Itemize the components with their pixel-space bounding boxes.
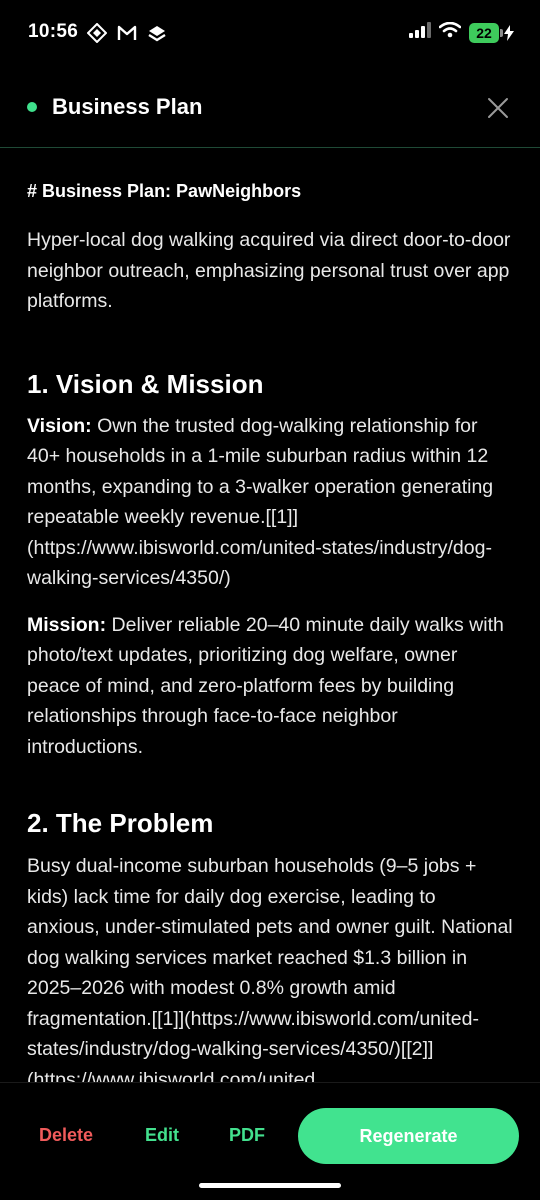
document-heading: # Business Plan: PawNeighbors bbox=[27, 181, 302, 201]
vision-text: Own the trusted dog-walking relationship… bbox=[27, 414, 494, 590]
close-button[interactable] bbox=[486, 96, 510, 120]
vision-label: Vision: bbox=[27, 414, 92, 437]
battery-charging-icon: 22 bbox=[469, 22, 514, 43]
delete-button[interactable]: Delete bbox=[39, 1125, 93, 1146]
page-title: Business Plan bbox=[52, 94, 203, 119]
close-icon bbox=[488, 98, 508, 118]
system-status-icons: 22 bbox=[409, 21, 514, 43]
status-dot bbox=[27, 102, 37, 112]
status-time: 10:56 bbox=[28, 21, 79, 42]
gmail-icon bbox=[116, 22, 138, 44]
modal-header: Business Plan bbox=[0, 80, 540, 148]
wifi-icon bbox=[438, 21, 462, 43]
cellular-signal-icon bbox=[409, 22, 431, 43]
mission-paragraph: Mission: Deliver reliable 20–40 minute d… bbox=[27, 610, 513, 763]
problem-paragraph: Busy dual-income suburban households (9–… bbox=[27, 855, 513, 1082]
regenerate-button[interactable]: Regenerate bbox=[298, 1108, 519, 1164]
intro-paragraph: Hyper-local dog walking acquired via dir… bbox=[27, 229, 511, 312]
pdf-button[interactable]: PDF bbox=[229, 1125, 265, 1146]
app-diamond-icon bbox=[86, 22, 108, 44]
stack-app-icon bbox=[146, 22, 168, 44]
mission-label: Mission: bbox=[27, 613, 107, 636]
home-indicator[interactable] bbox=[199, 1183, 341, 1188]
section-heading-vision-mission: 1. Vision & Mission bbox=[27, 368, 264, 399]
document-content[interactable]: # Business Plan: PawNeighbors Hyper-loca… bbox=[0, 148, 540, 1082]
vision-paragraph: Vision: Own the trusted dog-walking rela… bbox=[27, 411, 513, 594]
notification-icons bbox=[86, 22, 168, 44]
battery-level: 22 bbox=[469, 22, 499, 43]
status-bar: 10:56 22 bbox=[0, 0, 540, 66]
edit-button[interactable]: Edit bbox=[145, 1125, 179, 1146]
section-heading-problem: 2. The Problem bbox=[27, 808, 214, 838]
